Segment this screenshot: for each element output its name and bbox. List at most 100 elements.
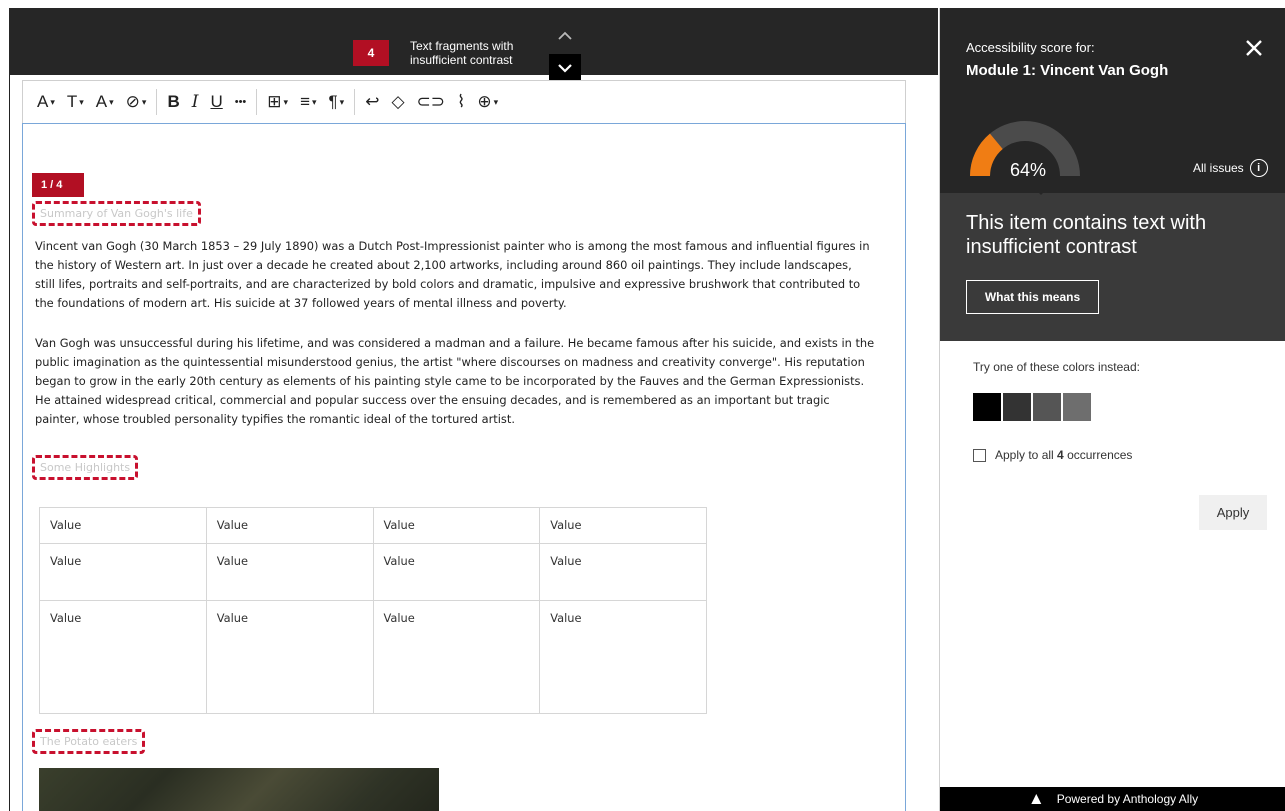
bold-button[interactable]: B	[161, 87, 185, 117]
issue-banner: 4 Text fragments with insufficient contr…	[9, 8, 938, 82]
paragraph-icon: ¶	[328, 92, 338, 111]
table-row: Value Value Value Value	[39, 507, 707, 544]
link-button[interactable]: ⊂⊃	[411, 87, 452, 117]
caret-down-icon: ▾	[493, 96, 499, 107]
table-cell[interactable]: Value	[539, 507, 707, 544]
apply-all-checkbox-row[interactable]: Apply to all 4 occurrences	[973, 448, 1132, 462]
apply-all-prefix: Apply to all	[995, 448, 1058, 462]
issue-description: This item contains text with insufficien…	[966, 212, 1207, 258]
table-button[interactable]: ⊞ ▾	[261, 87, 294, 117]
all-issues-label: All issues	[1193, 161, 1244, 175]
color-swatch[interactable]	[1033, 393, 1061, 421]
issue-count-label: Text fragments with insufficient contras…	[410, 39, 540, 67]
issue-label-line1: Text fragments with	[410, 39, 514, 53]
what-this-means-button[interactable]: What this means	[966, 280, 1099, 314]
table-cell[interactable]: Value	[539, 600, 707, 714]
try-colors-label: Try one of these colors instead:	[973, 360, 1140, 374]
anthology-logo-icon: ▲	[1027, 789, 1045, 808]
table-row: Value Value Value Value	[39, 600, 707, 714]
eraser-button[interactable]: ◇	[385, 87, 410, 117]
bold-icon: B	[167, 92, 180, 111]
table-cell[interactable]: Value	[372, 600, 541, 714]
editor-content[interactable]: 1 / 4 Summary of Van Gogh's life Vincent…	[22, 123, 906, 811]
align-icon: ≡	[300, 92, 310, 111]
underline-button[interactable]: U	[204, 87, 228, 117]
link-icon: ⊂⊃	[416, 92, 446, 111]
low-contrast-heading-highlights[interactable]: Some Highlights	[32, 455, 139, 480]
color-swatch[interactable]	[1063, 393, 1091, 421]
table-cell[interactable]: Value	[539, 543, 707, 601]
module-title: Module 1: Vincent Van Gogh	[966, 62, 1169, 79]
heading-icon: T	[66, 92, 78, 111]
color-swatches	[973, 393, 1091, 421]
heading-button[interactable]: T ▾	[61, 87, 90, 117]
caret-down-icon: ▾	[339, 96, 345, 107]
table-cell[interactable]: Value	[205, 543, 374, 601]
editor-left-border	[9, 75, 10, 811]
apply-all-suffix: occurrences	[1063, 448, 1133, 462]
table-cell[interactable]: Value	[205, 507, 374, 544]
table-cell[interactable]: Value	[39, 600, 207, 714]
insert-icon: ⊕	[477, 92, 492, 111]
more-icon: •••	[234, 96, 247, 108]
issue-position-tab: 1 / 4	[32, 173, 84, 197]
issue-label-line2: insufficient contrast	[410, 53, 513, 67]
color-swatch[interactable]	[973, 393, 1001, 421]
caret-down-icon: ▾	[283, 96, 289, 107]
paragraph-legacy: Van Gogh was unsuccessful during his lif…	[35, 336, 875, 426]
issue-count-badge: 4	[353, 40, 389, 66]
toolbar-divider	[156, 89, 158, 115]
underline-icon: U	[210, 92, 223, 111]
footer-label: Powered by Anthology Ally	[1056, 792, 1199, 806]
panel-footer: ▲ Powered by Anthology Ally	[940, 787, 1285, 811]
all-issues-button[interactable]: All issues i	[1193, 159, 1268, 177]
apply-button[interactable]: Apply	[1199, 495, 1267, 530]
score-pointer	[1029, 183, 1053, 195]
low-contrast-heading-potato[interactable]: The Potato eaters	[32, 729, 146, 754]
chevron-up-icon	[558, 31, 572, 40]
italic-icon: I	[191, 92, 199, 112]
toolbar-divider	[354, 89, 356, 115]
score-band: 64% All issues i	[940, 85, 1285, 193]
caret-down-icon: ▾	[312, 96, 317, 107]
previous-issue-button[interactable]	[549, 20, 581, 50]
table-cell[interactable]: Value	[39, 543, 207, 601]
italic-button[interactable]: I	[186, 87, 205, 117]
table-cell[interactable]: Value	[39, 507, 207, 544]
paragraph-button[interactable]: ¶ ▾	[323, 87, 351, 117]
paragraph-bio: Vincent van Gogh (30 March 1853 – 29 Jul…	[35, 239, 870, 310]
toolbar-divider	[256, 89, 258, 115]
apply-all-checkbox[interactable]	[973, 448, 986, 462]
table-icon: ⊞	[267, 92, 282, 111]
score-for-label: Accessibility score for:	[966, 40, 1095, 55]
paragraph-style-button[interactable]: A ▾	[31, 87, 61, 117]
close-icon	[1246, 40, 1262, 56]
undo-icon: ↩	[365, 92, 380, 111]
caret-down-icon: ▾	[79, 96, 84, 107]
color-swatch[interactable]	[1003, 393, 1031, 421]
highlights-table: Value Value Value Value Value Value Value Value…	[39, 507, 707, 714]
attachment-icon: ⌇	[457, 92, 466, 111]
low-contrast-heading-summary[interactable]: Summary of Van Gogh's life	[32, 201, 201, 226]
editor-toolbar: A ▾ T ▾ A ▾ ⊘ ▾ B I U ••• ⊞ ▾ ≡ ▾ ¶ ▾ ↩ ◇ ⊂⊃ ⌇ ⊕ ▾	[22, 80, 906, 123]
font-size-button[interactable]: A ▾	[90, 87, 120, 117]
more-button[interactable]: •••	[229, 87, 253, 117]
next-issue-button[interactable]	[549, 54, 581, 82]
eraser-icon: ◇	[391, 92, 405, 111]
potato-eaters-image	[39, 768, 439, 811]
table-cell[interactable]: Value	[205, 600, 374, 714]
caret-down-icon: ▾	[50, 96, 55, 107]
insert-button[interactable]: ⊕ ▾	[471, 87, 504, 117]
panel-title-bar: Accessibility score for: Module 1: Vince…	[940, 8, 1285, 85]
info-icon: i	[1249, 159, 1268, 177]
align-button[interactable]: ≡ ▾	[294, 87, 322, 117]
gauge-fill	[970, 133, 1004, 177]
undo-button[interactable]: ↩	[359, 87, 385, 117]
table-cell[interactable]: Value	[372, 543, 541, 601]
attachment-button[interactable]: ⌇	[451, 87, 471, 117]
table-cell[interactable]: Value	[372, 507, 541, 544]
close-button[interactable]	[1240, 34, 1268, 62]
table-row: Value Value Value Value	[39, 543, 707, 601]
editor-area: 4 Text fragments with insufficient contr…	[0, 0, 940, 811]
text-color-button[interactable]: ⊘ ▾	[120, 87, 153, 117]
